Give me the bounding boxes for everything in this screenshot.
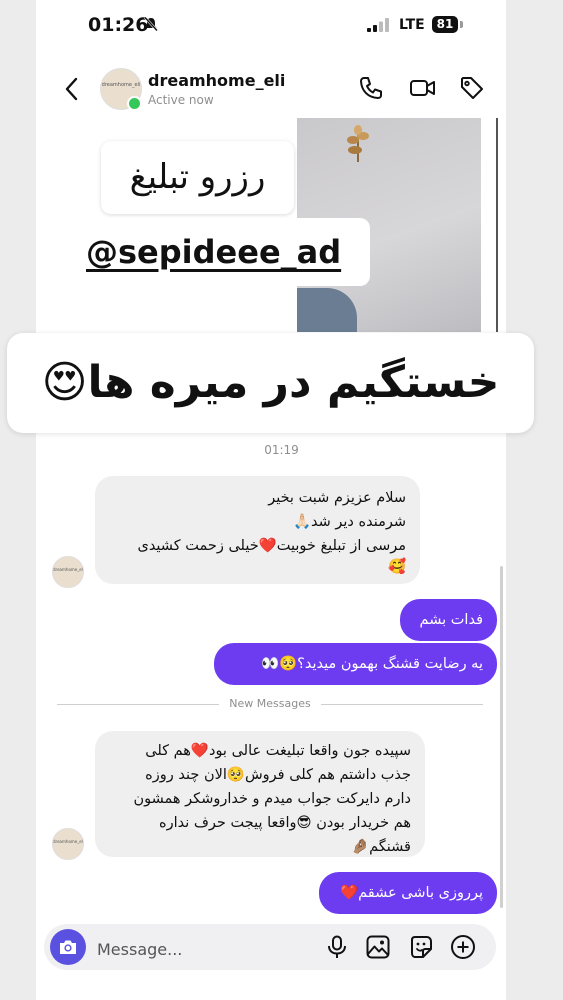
plus-circle-icon[interactable] <box>450 934 476 960</box>
network-label: LTE <box>399 17 425 33</box>
signal-icon <box>367 18 389 32</box>
story-sticker-handle: @sepideee_ad <box>86 218 370 286</box>
sender-avatar[interactable]: dreamhome_eli <box>52 556 84 588</box>
phone-icon[interactable] <box>358 75 384 101</box>
message-line: سپیده جون واقعا تبلیغت عالی بود❤️هم کلی <box>145 743 411 759</box>
activity-status: Active now <box>148 93 214 107</box>
scrollbar[interactable] <box>500 566 503 908</box>
message-line: جذب داشتم هم کلی فروش🥺الان چند روزه <box>145 767 411 783</box>
message-outgoing[interactable]: یه رضایت قشنگ بهمون میدید؟🥺👀 <box>214 643 497 685</box>
plant-decoration <box>347 125 369 162</box>
message-input[interactable] <box>95 937 319 961</box>
message-outgoing[interactable]: فدات بشم <box>400 599 497 641</box>
image-icon[interactable] <box>365 934 391 960</box>
sticker-icon[interactable] <box>408 934 434 960</box>
sender-avatar[interactable]: dreamhome_eli <box>52 828 84 860</box>
message-timestamp: 01:19 <box>264 443 299 457</box>
camera-icon <box>60 940 76 954</box>
message-line: شرمنده دیر شد🙏🏻 <box>292 514 406 530</box>
message-line: 🥰 <box>387 559 406 575</box>
sender-avatar-label: dreamhome_eli <box>53 839 84 844</box>
new-messages-label: New Messages <box>0 697 540 710</box>
microphone-icon[interactable] <box>324 934 350 960</box>
sender-avatar-label: dreamhome_eli <box>53 567 84 572</box>
handle-text: @sepideee_ad <box>86 233 342 271</box>
battery-tip <box>460 21 463 28</box>
tag-icon[interactable] <box>459 75 485 101</box>
chat-username[interactable]: dreamhome_eli <box>148 71 285 90</box>
message-line: سلام عزیزم شبت بخیر <box>268 490 406 506</box>
story-edge-line <box>496 118 498 332</box>
photo-detail <box>297 288 357 332</box>
camera-button[interactable] <box>50 929 86 965</box>
status-time: 01:26 <box>88 14 149 36</box>
message-line: هم خریدار بودن 😎واقعا پیجت حرف نداره <box>159 815 411 831</box>
message-line: دارم دایرکت جواب میدم و خداروشکر همشون <box>133 791 411 807</box>
chevron-left-icon[interactable] <box>62 76 82 102</box>
story-caption: خستگیم در میره ها😍 <box>7 333 534 433</box>
bell-muted-icon <box>144 16 158 32</box>
message-outgoing[interactable]: پرروزی باشی عشقم❤️ <box>319 872 497 914</box>
message-line: قشنگم🤌🏽 <box>351 839 411 855</box>
message-incoming[interactable]: سلام عزیزم شبت بخیر شرمنده دیر شد🙏🏻 مرسی… <box>95 476 420 584</box>
new-messages-text: New Messages <box>219 697 321 710</box>
message-line: مرسی از تبلیغ خوبیت❤️خیلی زحمت کشیدی <box>137 538 406 554</box>
avatar-label: dreamhome_eli <box>101 82 141 88</box>
video-camera-icon[interactable] <box>409 75 437 101</box>
online-indicator <box>127 96 142 111</box>
message-incoming[interactable]: سپیده جون واقعا تبلیغت عالی بود❤️هم کلی … <box>95 731 425 857</box>
battery-indicator: 81 <box>432 16 458 33</box>
story-sticker-reserve: رزرو تبلیغ <box>101 141 294 214</box>
